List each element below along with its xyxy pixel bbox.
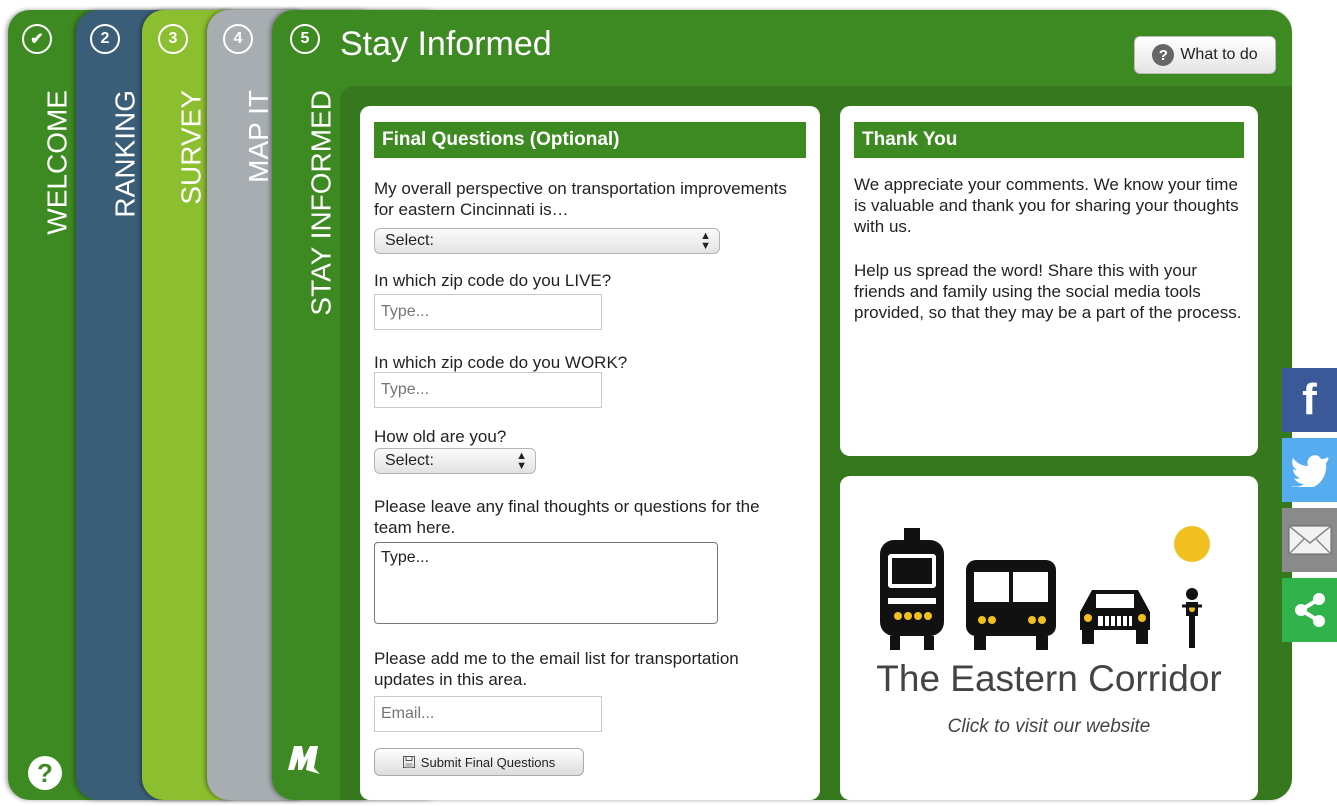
thank-you-card: Thank You We appreciate your comments. W… [840, 106, 1258, 456]
thank-you-paragraph-1: We appreciate your comments. We know you… [854, 175, 1239, 236]
what-to-do-button[interactable]: ? What to do [1134, 36, 1276, 74]
q-thoughts-label: Please leave any final thoughts or quest… [374, 497, 760, 537]
thoughts-textarea[interactable]: Type... [374, 542, 718, 624]
tab-stay-informed-label: STAY INFORMED [306, 90, 337, 316]
metroquest-logo-icon [288, 746, 320, 774]
help-icon[interactable]: ? [28, 756, 62, 790]
q-email-label: Please add me to the email list for tran… [374, 649, 739, 689]
share-button[interactable] [1282, 578, 1337, 642]
age-select-value: Select: [385, 452, 434, 469]
tab-map-it-number: 4 [223, 24, 253, 54]
eastern-corridor-title: The Eastern Corridor [876, 658, 1222, 699]
facebook-icon: f [1302, 375, 1317, 424]
submit-label: Submit Final Questions [420, 754, 556, 770]
twitter-share-button[interactable] [1282, 438, 1337, 502]
email-share-button[interactable] [1282, 508, 1337, 572]
perspective-select[interactable]: Select: ▲ ▼ [374, 228, 720, 254]
submit-final-questions-button[interactable]: Submit Final Questions [374, 748, 584, 776]
select-arrows-icon: ▲ ▼ [516, 450, 527, 472]
tab-stay-informed-number: 5 [290, 24, 320, 54]
eastern-corridor-card[interactable]: The Eastern Corridor Click to visit our … [840, 476, 1258, 800]
twitter-icon [1290, 455, 1328, 487]
thank-you-paragraph-2: Help us spread the word! Share this with… [854, 261, 1242, 322]
final-questions-header: Final Questions (Optional) [374, 122, 806, 158]
tab-welcome-label: WELCOME [42, 90, 73, 235]
save-icon [402, 756, 415, 768]
welcome-check-icon: ✔ [22, 24, 52, 54]
perspective-select-value: Select: [385, 232, 434, 249]
q-work-zip-label: In which zip code do you WORK? [374, 353, 628, 372]
tab-ranking-label: RANKING [110, 90, 141, 218]
tab-survey-label: SURVEY [176, 90, 207, 205]
what-to-do-label: What to do [1180, 46, 1258, 63]
final-questions-card: Final Questions (Optional) My overall pe… [360, 106, 820, 800]
live-zip-input[interactable] [374, 294, 602, 330]
email-input[interactable] [374, 696, 602, 732]
visit-website-link[interactable]: Click to visit our website [840, 716, 1258, 738]
transit-vehicles-icon [880, 526, 1210, 650]
tab-ranking-number: 2 [90, 24, 120, 54]
q-age-label: How old are you? [374, 427, 507, 446]
question-icon: ? [1152, 44, 1175, 66]
share-icon [1294, 593, 1325, 627]
content-area: Final Questions (Optional) My overall pe… [340, 86, 1292, 800]
page-title: Stay Informed [340, 25, 552, 63]
email-icon [1287, 525, 1332, 555]
tab-stay-informed: 5 STAY INFORMED Stay Informed ? What to … [272, 10, 1292, 800]
thank-you-header: Thank You [854, 122, 1244, 158]
tab-survey-number: 3 [158, 24, 188, 54]
select-arrows-icon: ▲ ▼ [700, 230, 711, 252]
age-select[interactable]: Select: ▲ ▼ [374, 448, 536, 474]
q-perspective-label: My overall perspective on transportation… [374, 179, 787, 219]
work-zip-input[interactable] [374, 372, 602, 408]
facebook-share-button[interactable]: f [1282, 368, 1337, 432]
q-live-zip-label: In which zip code do you LIVE? [374, 271, 612, 290]
